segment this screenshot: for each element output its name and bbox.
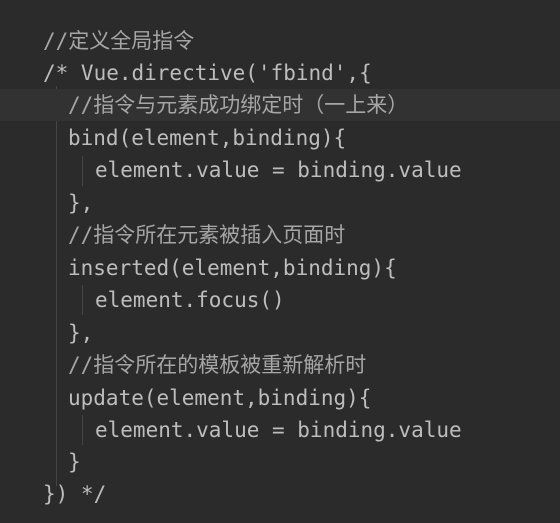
code-text: update(element,binding){ [68, 386, 372, 410]
code-text: element.value = binding.value [95, 158, 462, 182]
code-line-4[interactable]: bind(element,binding){ [0, 122, 560, 154]
code-line-9[interactable]: element.focus() [0, 284, 560, 316]
code-line-10[interactable]: }, [0, 317, 560, 349]
code-text: //指令与元素成功绑定时（一上来） [68, 93, 409, 117]
code-text: inserted(element,binding){ [68, 256, 397, 280]
code-text: //指令所在元素被插入页面时 [68, 223, 346, 247]
code-line-6[interactable]: }, [0, 187, 560, 219]
code-line-1[interactable]: //定义全局指令 [0, 25, 560, 57]
code-text: } [68, 450, 81, 474]
code-text: }, [68, 191, 94, 215]
code-text: //指令所在的模板被重新解析时 [68, 353, 367, 377]
code-line-12[interactable]: update(element,binding){ [0, 382, 560, 414]
code-line-2[interactable]: /* Vue.directive('fbind',{ [0, 57, 560, 89]
code-line-13[interactable]: element.value = binding.value [0, 414, 560, 446]
code-line-14[interactable]: } [0, 446, 560, 478]
code-text: }, [68, 321, 94, 345]
code-text: bind(element,binding){ [68, 126, 347, 150]
code-text: }) */ [43, 482, 107, 506]
code-text: //定义全局指令 [43, 29, 195, 53]
code-text: element.value = binding.value [95, 418, 462, 442]
code-line-11[interactable]: //指令所在的模板被重新解析时 [0, 349, 560, 381]
code-line-15[interactable]: }) */ [0, 478, 560, 510]
code-line-7[interactable]: //指令所在元素被插入页面时 [0, 219, 560, 251]
code-text: /* Vue.directive('fbind',{ [43, 61, 372, 85]
code-line-5[interactable]: element.value = binding.value [0, 154, 560, 186]
code-line-3-current[interactable]: //指令与元素成功绑定时（一上来） [0, 89, 560, 121]
code-editor[interactable]: //定义全局指令 /* Vue.directive('fbind',{ //指令… [0, 0, 560, 523]
code-line-8[interactable]: inserted(element,binding){ [0, 252, 560, 284]
code-text: element.focus() [95, 288, 285, 312]
